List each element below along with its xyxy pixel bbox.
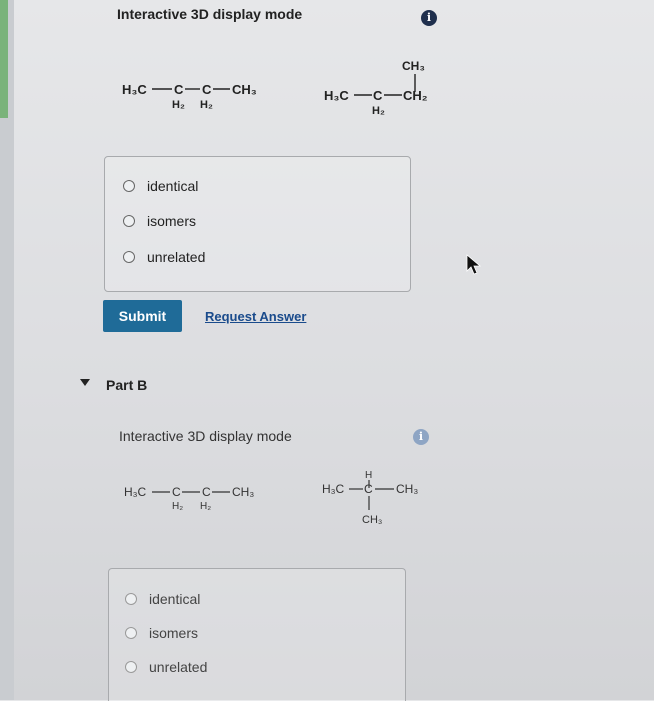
- svg-text:H₃C: H₃C: [324, 88, 349, 103]
- progress-strip: [0, 0, 8, 118]
- part-b-title: Interactive 3D display mode: [119, 428, 292, 444]
- svg-text:H₂: H₂: [200, 501, 211, 512]
- submit-button[interactable]: Submit: [103, 300, 182, 332]
- request-answer-link[interactable]: Request Answer: [205, 309, 306, 324]
- svg-text:C: C: [373, 88, 383, 103]
- svg-text:C: C: [174, 82, 184, 97]
- triangle-down-icon[interactable]: [79, 378, 91, 388]
- svg-text:CH₃: CH₃: [232, 82, 257, 97]
- info-icon[interactable]: i: [413, 429, 429, 445]
- option-label: isomers: [149, 625, 199, 641]
- option-identical-a[interactable]: identical: [123, 178, 198, 194]
- option-label: identical: [149, 591, 201, 607]
- molecule-a-right: CH₃ H₃C C CH₂ H₂: [324, 59, 428, 117]
- radio-icon[interactable]: [125, 627, 137, 639]
- svg-text:H₂: H₂: [172, 501, 183, 512]
- radio-icon[interactable]: [125, 593, 137, 605]
- option-label: identical: [147, 178, 199, 194]
- radio-icon[interactable]: [123, 180, 135, 192]
- option-unrelated-b[interactable]: unrelated: [125, 659, 207, 675]
- option-label: isomers: [147, 213, 197, 229]
- molecule-b-left: H₃C C C CH₃ H₂ H₂: [124, 485, 254, 512]
- option-unrelated-a[interactable]: unrelated: [123, 249, 205, 265]
- option-identical-b[interactable]: identical: [125, 591, 200, 607]
- svg-text:H₃C: H₃C: [124, 485, 147, 499]
- svg-text:H₂: H₂: [172, 99, 185, 111]
- svg-text:CH₃: CH₃: [402, 59, 425, 73]
- svg-text:H₃C: H₃C: [122, 82, 147, 97]
- info-icon[interactable]: i: [421, 10, 437, 26]
- svg-text:C: C: [202, 82, 212, 97]
- part-b-header[interactable]: Part B: [106, 377, 147, 393]
- option-label: unrelated: [147, 249, 206, 265]
- radio-icon[interactable]: [125, 661, 137, 673]
- svg-text:C: C: [364, 482, 373, 496]
- svg-text:H₂: H₂: [200, 99, 213, 111]
- molecule-b-right: H H₃C C CH₃ CH₃: [322, 470, 418, 526]
- left-scroll-strip: [0, 0, 14, 700]
- option-isomers-a[interactable]: isomers: [123, 213, 196, 229]
- radio-icon[interactable]: [123, 215, 135, 227]
- molecule-a-left: H₃C C C CH₃ H₂ H₂: [122, 82, 257, 111]
- svg-text:H: H: [365, 470, 372, 481]
- mouse-pointer-icon: [466, 254, 482, 275]
- option-label: unrelated: [149, 659, 208, 675]
- svg-text:H₃C: H₃C: [322, 482, 345, 496]
- svg-text:C: C: [202, 485, 211, 499]
- svg-text:H₂: H₂: [372, 105, 385, 117]
- svg-text:CH₃: CH₃: [232, 485, 254, 499]
- option-isomers-b[interactable]: isomers: [125, 625, 198, 641]
- svg-text:CH₂: CH₂: [403, 88, 428, 103]
- svg-text:CH₃: CH₃: [396, 482, 418, 496]
- svg-text:C: C: [172, 485, 181, 499]
- svg-text:CH₃: CH₃: [362, 514, 382, 526]
- radio-icon[interactable]: [123, 251, 135, 263]
- part-a-title: Interactive 3D display mode: [117, 6, 303, 22]
